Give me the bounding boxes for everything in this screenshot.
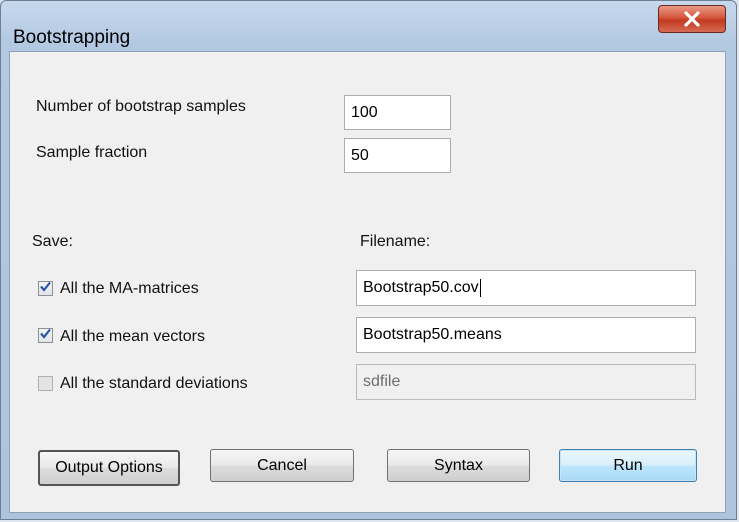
ma-matrices-checkbox[interactable] [38, 281, 53, 296]
window-title: Bootstrapping [13, 27, 131, 48]
bootstrapping-dialog: Bootstrapping Number of bootstrap sample… [0, 0, 737, 520]
filename-header: Filename: [360, 233, 431, 250]
num-samples-input[interactable]: 100 [344, 95, 451, 130]
checkmark-icon [39, 327, 52, 345]
title-bar[interactable]: Bootstrapping [1, 1, 736, 48]
cancel-button[interactable]: Cancel [210, 449, 354, 482]
close-x-icon [683, 11, 701, 27]
ma-matrices-filename-input[interactable]: Bootstrap50.cov [356, 270, 696, 306]
std-deviations-checkbox[interactable] [38, 376, 53, 391]
ma-matrices-filename-text: Bootstrap50.cov [363, 279, 479, 296]
dialog-content: Number of bootstrap samples 100 Sample f… [9, 51, 726, 513]
text-caret [479, 279, 481, 297]
checkmark-icon [39, 280, 52, 298]
run-button[interactable]: Run [559, 449, 697, 482]
mean-vectors-filename-input[interactable]: Bootstrap50.means [356, 317, 696, 353]
output-options-button[interactable]: Output Options [38, 450, 180, 486]
sample-fraction-label: Sample fraction [36, 144, 148, 161]
num-samples-label: Number of bootstrap samples [36, 98, 246, 115]
mean-vectors-checkbox[interactable] [38, 328, 53, 343]
sample-fraction-input[interactable]: 50 [344, 138, 451, 173]
close-button[interactable] [658, 5, 726, 33]
save-header: Save: [32, 233, 73, 250]
std-deviations-filename-input[interactable]: sdfile [356, 364, 696, 400]
ma-matrices-label: All the MA-matrices [60, 280, 199, 297]
mean-vectors-label: All the mean vectors [60, 328, 205, 345]
std-deviations-label: All the standard deviations [60, 375, 248, 392]
syntax-button[interactable]: Syntax [387, 449, 530, 482]
